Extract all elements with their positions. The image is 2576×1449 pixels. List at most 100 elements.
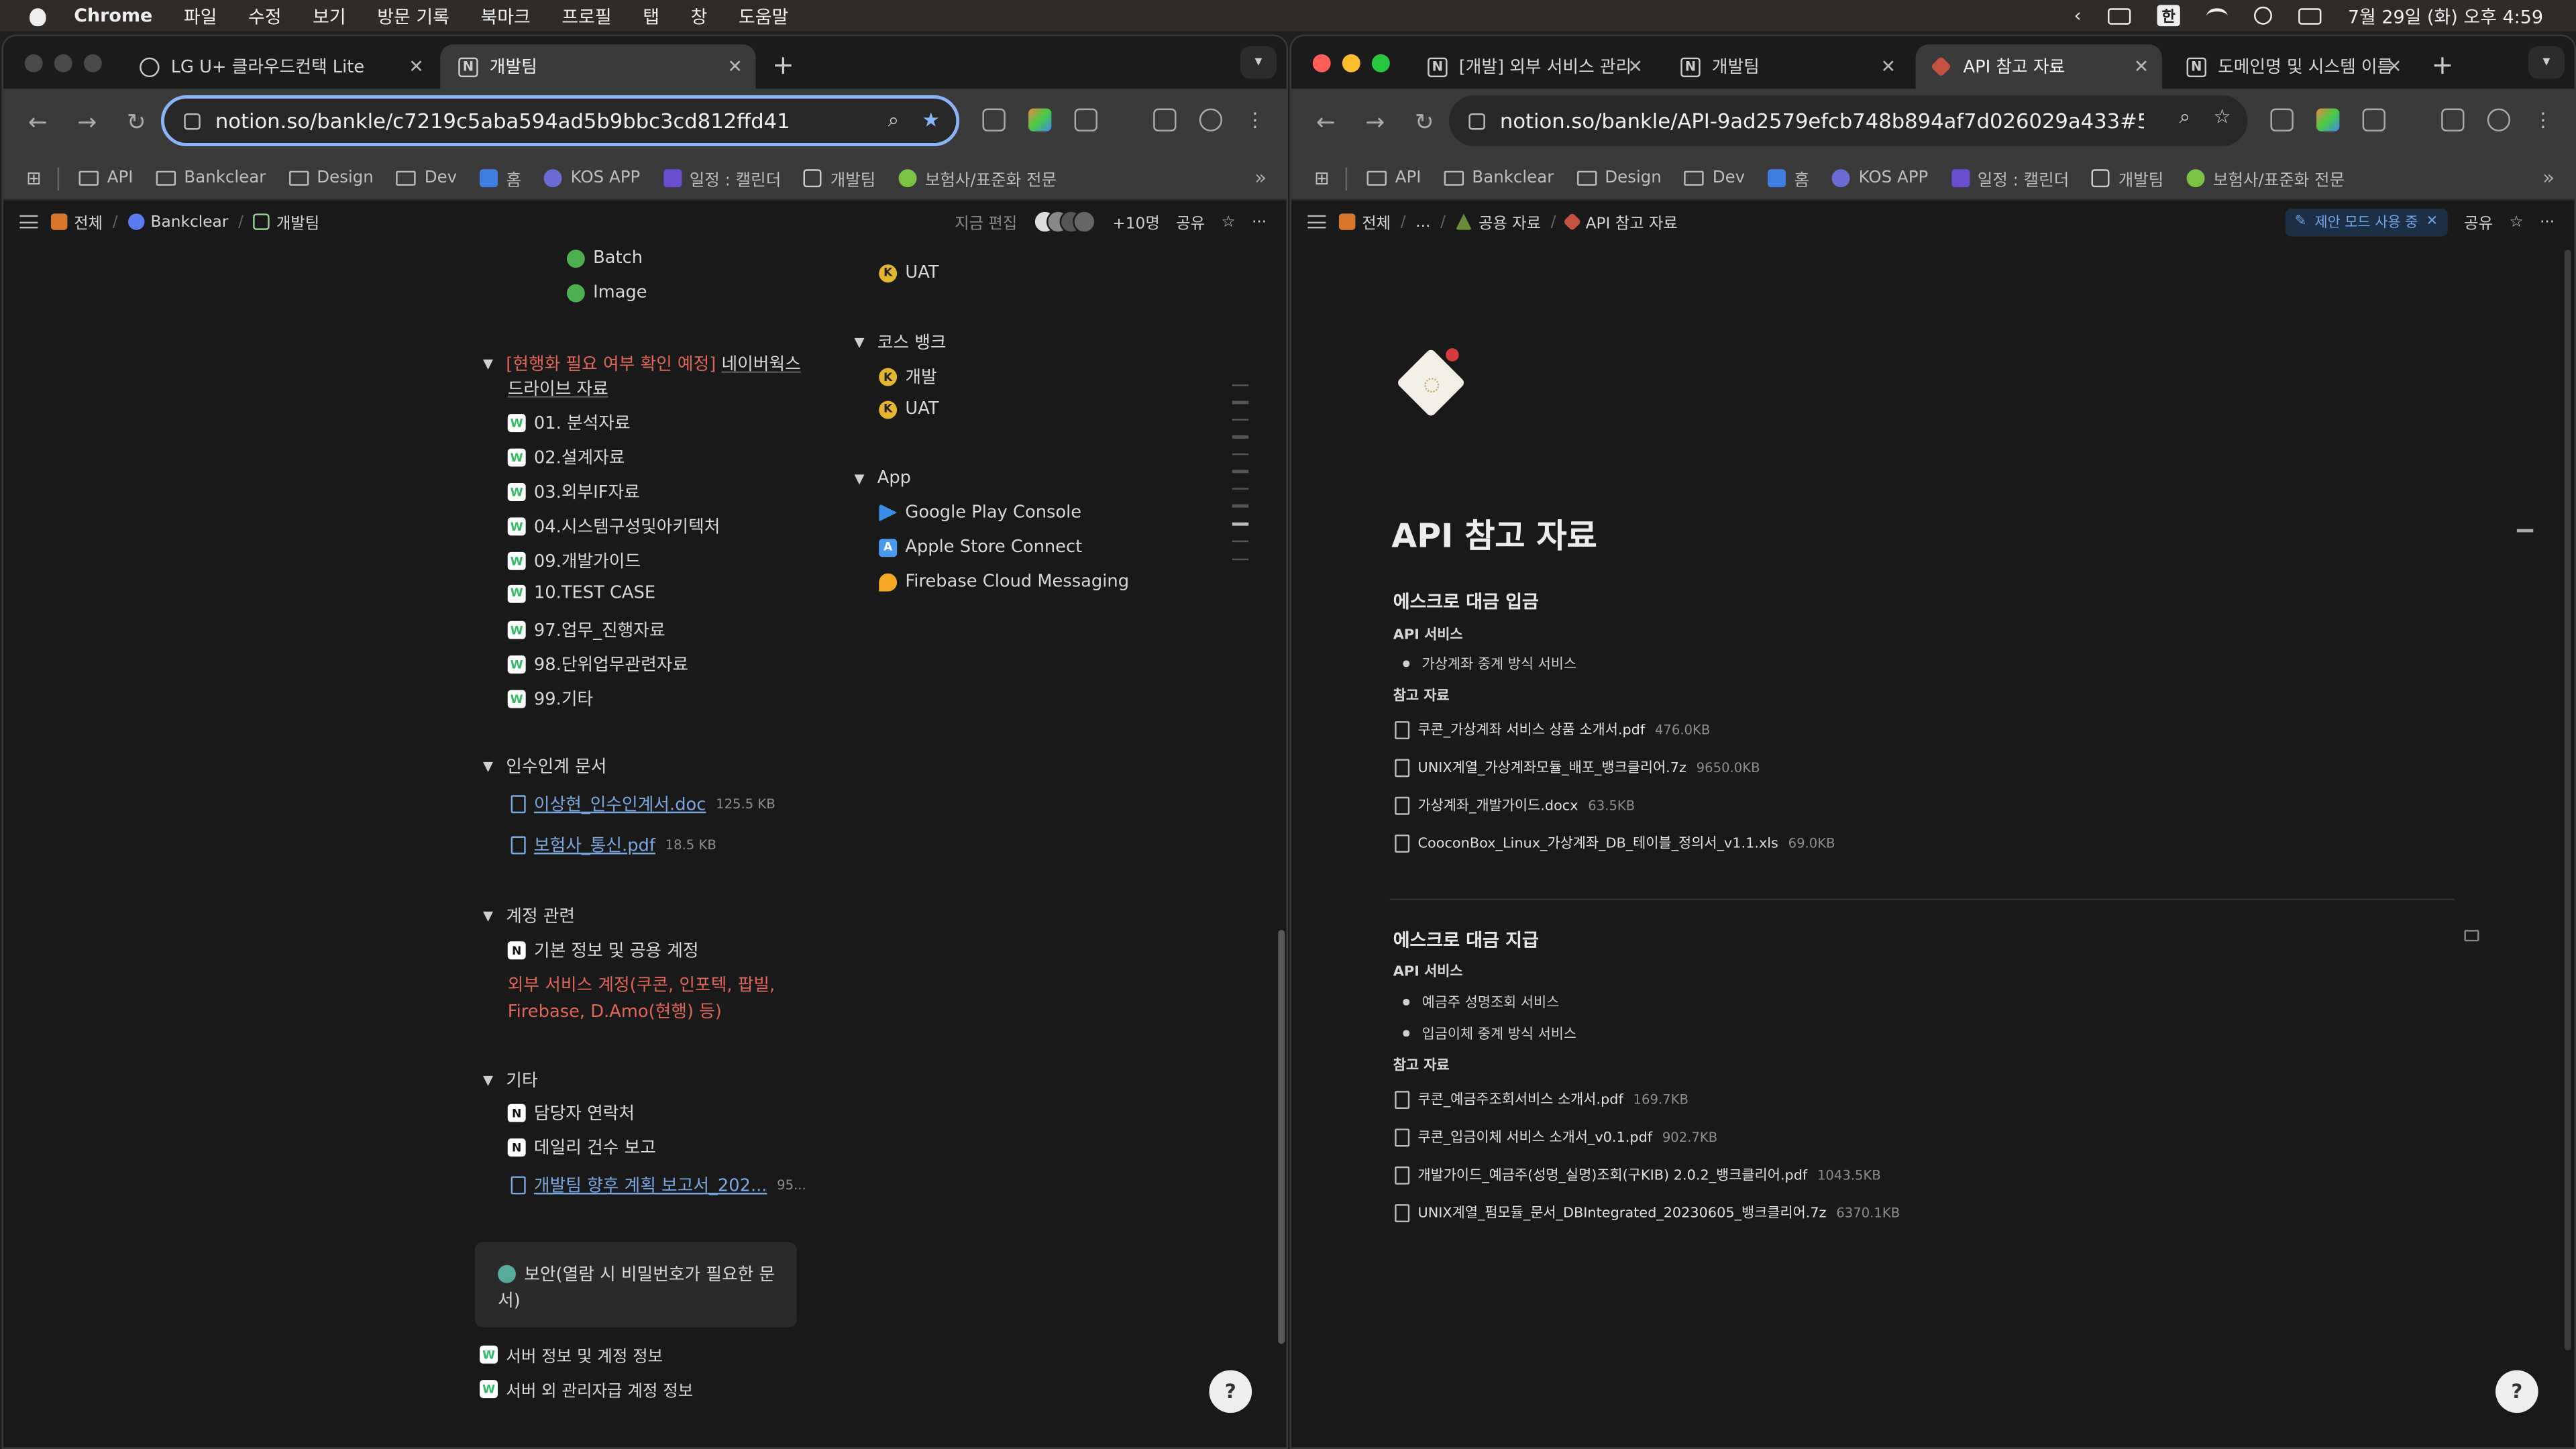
bookmark-link[interactable]: KOS APP	[1832, 169, 1928, 188]
bookmark-link[interactable]: 개발팀	[2092, 166, 2163, 191]
toggle-arrow-icon[interactable]: ▼	[854, 335, 867, 350]
forward-icon[interactable]: →	[72, 110, 102, 136]
page-emoji-icon[interactable]	[1393, 345, 1466, 418]
menu-view[interactable]: 보기	[313, 3, 346, 29]
bookmark-star-icon[interactable]: ☆	[2213, 105, 2231, 130]
bookmark-folder[interactable]: Bankclear	[1444, 169, 1554, 187]
file-attachment[interactable]: UNIX계열_펌모듈_문서_DBIntegrated_20230605_뱅크클리…	[1395, 1203, 1900, 1222]
toc-toggle-icon[interactable]	[2516, 529, 2534, 532]
bookmark-link[interactable]: 홈	[480, 166, 521, 191]
site-settings-icon[interactable]	[184, 112, 201, 129]
file-attachment[interactable]: 개발팀 향후 계획 보고서_202... 95...	[511, 1173, 806, 1198]
close-tab-icon[interactable]: ✕	[727, 56, 743, 77]
zoom-window-button[interactable]	[1371, 54, 1390, 72]
apple-icon[interactable]	[26, 6, 52, 25]
file-attachment[interactable]: 보험사_통신.pdf 18.5 KB	[511, 833, 716, 858]
profile-icon[interactable]	[1199, 108, 1223, 131]
bookmark-folder[interactable]: Bankclear	[156, 169, 266, 187]
site-settings-icon[interactable]	[1468, 112, 1485, 129]
scrollbar[interactable]	[1278, 930, 1285, 1344]
tab-lg-uplus[interactable]: LG U+ 클라우드컨택 Lite ✕	[121, 44, 437, 89]
toggle-coss-bank[interactable]: ▼ 코스 뱅크	[854, 330, 946, 355]
bookmark-link[interactable]: 홈	[1768, 166, 1809, 191]
toggle-arrow-icon[interactable]: ▼	[483, 1073, 496, 1087]
scrollbar[interactable]	[2564, 250, 2571, 1351]
help-button[interactable]: ?	[2496, 1370, 2538, 1413]
zoom-icon[interactable]: ⌕	[888, 109, 899, 133]
new-tab-button[interactable]: +	[772, 49, 794, 80]
page-link-dev[interactable]: K 개발	[879, 365, 937, 390]
menu-file[interactable]: 파일	[184, 3, 217, 29]
new-tab-button[interactable]: +	[2431, 49, 2453, 80]
bookmark-folder[interactable]: Design	[288, 169, 374, 187]
apps-grid-icon[interactable]: ⊞	[26, 168, 42, 189]
input-method-indicator[interactable]: 한	[2157, 5, 2181, 27]
file-attachment[interactable]: UNIX계열_가상계좌모듈_배포_뱅크클리어.7z 9650.0KB	[1395, 757, 1760, 777]
drive-link[interactable]: W 04.시스템구성및아키텍처	[507, 515, 720, 539]
page-link-uat[interactable]: K UAT	[879, 399, 939, 419]
close-tab-icon[interactable]: ✕	[1881, 56, 1896, 77]
drive-link[interactable]: W 01. 분석자료	[507, 411, 631, 435]
page-link-uat[interactable]: K UAT	[879, 263, 939, 282]
url-text[interactable]: notion.so/bankle/c7219c5aba594ad5b9bbc3c…	[215, 109, 790, 133]
extensions-icon[interactable]	[2362, 108, 2385, 131]
menu-bookmarks[interactable]: 북마크	[480, 3, 530, 29]
file-attachment[interactable]: 가상계좌_개발가이드.docx 63.5KB	[1395, 795, 1635, 815]
bookmark-link[interactable]: 일정 : 캘린더	[1951, 166, 2069, 191]
file-attachment[interactable]: 이상현_인수인계서.doc 125.5 KB	[511, 792, 775, 816]
menu-tab[interactable]: 탭	[643, 3, 659, 29]
page-link-accounts[interactable]: N 기본 정보 및 공용 계정	[507, 938, 699, 963]
clock[interactable]: 7월 29일 (화) 오후 4:59	[2348, 3, 2543, 29]
drive-link[interactable]: W 02.설계자료	[507, 445, 625, 470]
toggle-arrow-icon[interactable]: ▼	[483, 759, 496, 773]
page-link-google-play[interactable]: Google Play Console	[879, 502, 1081, 523]
extensions-icon[interactable]	[1074, 108, 1097, 131]
bookmark-link[interactable]: KOS APP	[544, 169, 640, 188]
tab-api-reference[interactable]: API 참고 자료 ✕	[1915, 44, 2162, 89]
control-center-icon[interactable]	[2298, 7, 2322, 24]
page-link-batch[interactable]: Batch	[566, 248, 643, 268]
page-link-daily-report[interactable]: N 데일리 건수 보고	[507, 1135, 656, 1160]
page-title[interactable]: API 참고 자료	[1391, 509, 1597, 557]
drive-link[interactable]: W 10.TEST CASE	[507, 583, 655, 603]
page-link-app-store[interactable]: A Apple Store Connect	[879, 537, 1082, 557]
close-tab-icon[interactable]: ✕	[2134, 56, 2149, 77]
bookmark-link[interactable]: 보험사/표준화 전문	[2186, 166, 2345, 191]
close-tab-icon[interactable]: ✕	[409, 56, 424, 77]
close-window-button[interactable]	[1312, 54, 1331, 72]
menu-profile[interactable]: 프로필	[561, 3, 611, 29]
bookmark-folder[interactable]: Dev	[396, 169, 457, 187]
drive-link[interactable]: W 99.기타	[507, 687, 593, 712]
bookmark-folder[interactable]: Dev	[1684, 169, 1745, 187]
bookmark-folder[interactable]: API	[79, 169, 133, 187]
back-icon[interactable]: ←	[1311, 110, 1340, 136]
file-attachment[interactable]: 쿠콘_입금이체 서비스 소개서_v0.1.pdf 902.7KB	[1395, 1127, 1717, 1146]
reload-icon[interactable]: ↻	[1409, 110, 1439, 136]
color-picker-icon[interactable]	[2316, 108, 2340, 131]
bookmark-link[interactable]: 보험사/표준화 전문	[898, 166, 1057, 191]
forward-icon[interactable]: →	[1360, 110, 1390, 136]
toggle-accounts[interactable]: ▼ 계정 관련	[483, 904, 575, 928]
page-link-contacts[interactable]: N 담당자 연락처	[507, 1101, 635, 1126]
comment-icon[interactable]	[2464, 930, 2479, 942]
download-icon[interactable]	[2441, 108, 2465, 131]
menu-window[interactable]: 창	[691, 3, 708, 29]
reload-icon[interactable]: ↻	[121, 110, 151, 136]
apps-grid-icon[interactable]: ⊞	[1314, 168, 1330, 189]
zoom-window-button[interactable]	[83, 54, 102, 72]
bookmark-link[interactable]: 일정 : 캘린더	[663, 166, 781, 191]
bookmark-link[interactable]: 개발팀	[804, 166, 875, 191]
menu-help[interactable]: 도움말	[739, 3, 788, 29]
camera-icon[interactable]	[2270, 108, 2294, 131]
toggle-arrow-icon[interactable]: ▼	[483, 908, 496, 923]
wifi-icon[interactable]	[2206, 7, 2229, 23]
bookmark-folder[interactable]: API	[1367, 169, 1421, 187]
drive-link[interactable]: W 98.단위업무관련자료	[507, 652, 688, 677]
menu-dots-icon[interactable]: ⋮	[1245, 109, 1265, 131]
toggle-arrow-icon[interactable]: ▼	[483, 356, 496, 371]
zoom-icon[interactable]: ⌕	[2180, 105, 2190, 130]
bookmarks-overflow-icon[interactable]: »	[2542, 166, 2555, 189]
toggle-etc[interactable]: ▼ 기타	[483, 1068, 538, 1093]
back-icon[interactable]: ←	[23, 110, 52, 136]
search-icon[interactable]	[2254, 6, 2273, 25]
